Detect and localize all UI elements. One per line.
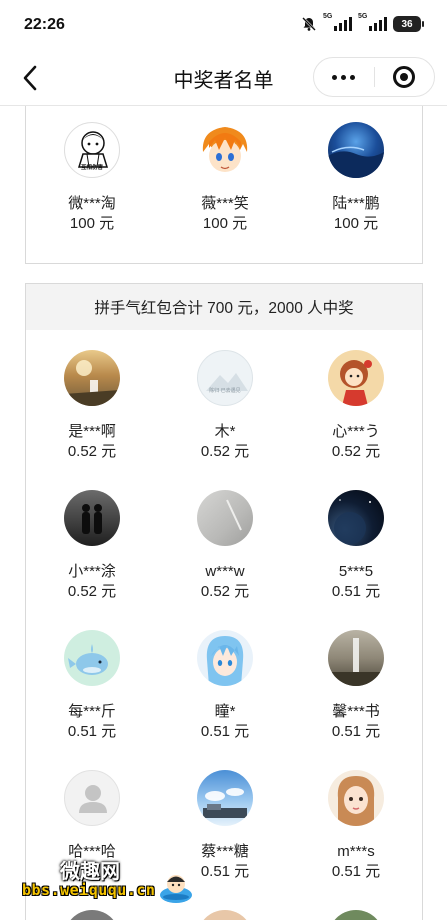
- avatar: [328, 490, 384, 546]
- mute-bell-icon: [301, 16, 317, 32]
- avatar: [328, 770, 384, 826]
- winner-amount: 100 元: [333, 215, 379, 232]
- winner-name: 5***5: [338, 563, 374, 580]
- winner-name: 陆***鹏: [332, 195, 380, 212]
- target-circle-icon: [393, 66, 416, 88]
- status-bar: 22:26 5G 5G 36: [0, 0, 447, 50]
- avatar: [328, 910, 384, 920]
- avatar: [64, 630, 120, 686]
- winner-item: [32, 910, 152, 920]
- avatar: [328, 630, 384, 686]
- winner-name: w***w: [205, 563, 245, 580]
- default-user-icon: [79, 785, 107, 813]
- avatar: [197, 910, 253, 920]
- avatar: [64, 910, 120, 920]
- avatar: 互相伤害: [64, 122, 120, 178]
- avatar: [197, 770, 253, 826]
- avatar: [64, 350, 120, 406]
- winner-item: 陆***鹏 100 元: [296, 122, 416, 234]
- avatar-caption: 互相伤害: [80, 165, 103, 171]
- winner-item: 互相伤害 微***淘 100 元: [32, 122, 152, 234]
- avatar: [328, 350, 384, 406]
- battery-icon: 36: [393, 16, 424, 32]
- avatar: [328, 122, 384, 178]
- winner-group-top: 互相伤害 微***淘 100 元 薇***笑 100 元 陆***鹏 100 元: [25, 106, 423, 264]
- winner-name: 瞳*: [214, 703, 236, 720]
- winner-amount: 0.52 元: [67, 583, 117, 600]
- status-time: 22:26: [24, 16, 65, 33]
- winner-item: 瞳* 0.51 元: [165, 630, 285, 742]
- group-header: 拼手气红包合计 700 元，2000 人中奖: [26, 284, 422, 330]
- winner-amount: 0.51 元: [331, 863, 381, 880]
- avatar: [197, 122, 253, 178]
- watermark-url: bbs.weiququ.cn: [22, 881, 156, 899]
- network-type-label: 5G: [323, 13, 333, 20]
- more-button[interactable]: [314, 57, 374, 97]
- mascot-logo-icon: [158, 869, 194, 905]
- winner-amount: 0.51 元: [67, 723, 117, 740]
- winner-group-main: 拼手气红包合计 700 元，2000 人中奖 是***啊 0.52 元 陈归 已…: [25, 283, 423, 920]
- avatar-caption: 陈归 已去遇见: [209, 388, 241, 394]
- more-dots-icon: [332, 74, 338, 80]
- winner-item: 陈归 已去遇见 木* 0.52 元: [165, 350, 285, 462]
- winner-item: m***s 0.51 元: [296, 770, 416, 882]
- winner-item: 5***5 0.51 元: [296, 490, 416, 602]
- avatar: [197, 630, 253, 686]
- winner-amount: 0.52 元: [67, 443, 117, 460]
- winner-item: w***w 0.52 元: [165, 490, 285, 602]
- winner-amount: 0.51 元: [331, 723, 381, 740]
- status-icons: 5G 5G 36: [301, 13, 424, 32]
- winner-name: m***s: [337, 843, 375, 860]
- nav-bar: 中奖者名单: [0, 50, 447, 106]
- winner-name: 是***啊: [68, 423, 116, 440]
- miniprogram-capsule: [313, 57, 435, 97]
- winner-item: [165, 910, 285, 920]
- winner-amount: 0.51 元: [331, 583, 381, 600]
- winner-amount: 0.51 元: [200, 723, 250, 740]
- winner-name: 馨***书: [332, 703, 380, 720]
- winner-amount: 100 元: [69, 215, 115, 232]
- winner-amount: 0.52 元: [200, 583, 250, 600]
- winner-name: 每***斤: [68, 703, 116, 720]
- winner-item: 小***涂 0.52 元: [32, 490, 152, 602]
- winner-item: [296, 910, 416, 920]
- winner-name: 木*: [214, 423, 236, 440]
- winner-item: 是***啊 0.52 元: [32, 350, 152, 462]
- winner-amount: 100 元: [202, 215, 248, 232]
- avatar: 陈归 已去遇见: [197, 350, 253, 406]
- signal-icon: 5G: [323, 13, 352, 31]
- winner-name: 心***う: [332, 423, 380, 440]
- signal-icon-2: 5G: [358, 13, 387, 31]
- winner-item: 每***斤 0.51 元: [32, 630, 152, 742]
- winner-name: 小***涂: [68, 563, 116, 580]
- winner-item: 馨***书 0.51 元: [296, 630, 416, 742]
- site-watermark: 微趣网 bbs.weiququ.cn: [22, 853, 212, 907]
- avatar: [197, 490, 253, 546]
- winner-amount: 0.52 元: [331, 443, 381, 460]
- network-type-label-2: 5G: [358, 13, 368, 20]
- close-miniprogram-button[interactable]: [374, 57, 434, 97]
- winner-item: 心***う 0.52 元: [296, 350, 416, 462]
- winner-item: 薇***笑 100 元: [165, 122, 285, 234]
- winner-amount: 0.52 元: [200, 443, 250, 460]
- avatar: [64, 770, 120, 826]
- winner-name: 微***淘: [68, 195, 116, 212]
- winner-name: 薇***笑: [201, 195, 249, 212]
- avatar: [64, 490, 120, 546]
- watermark-title: 微趣网: [60, 859, 120, 883]
